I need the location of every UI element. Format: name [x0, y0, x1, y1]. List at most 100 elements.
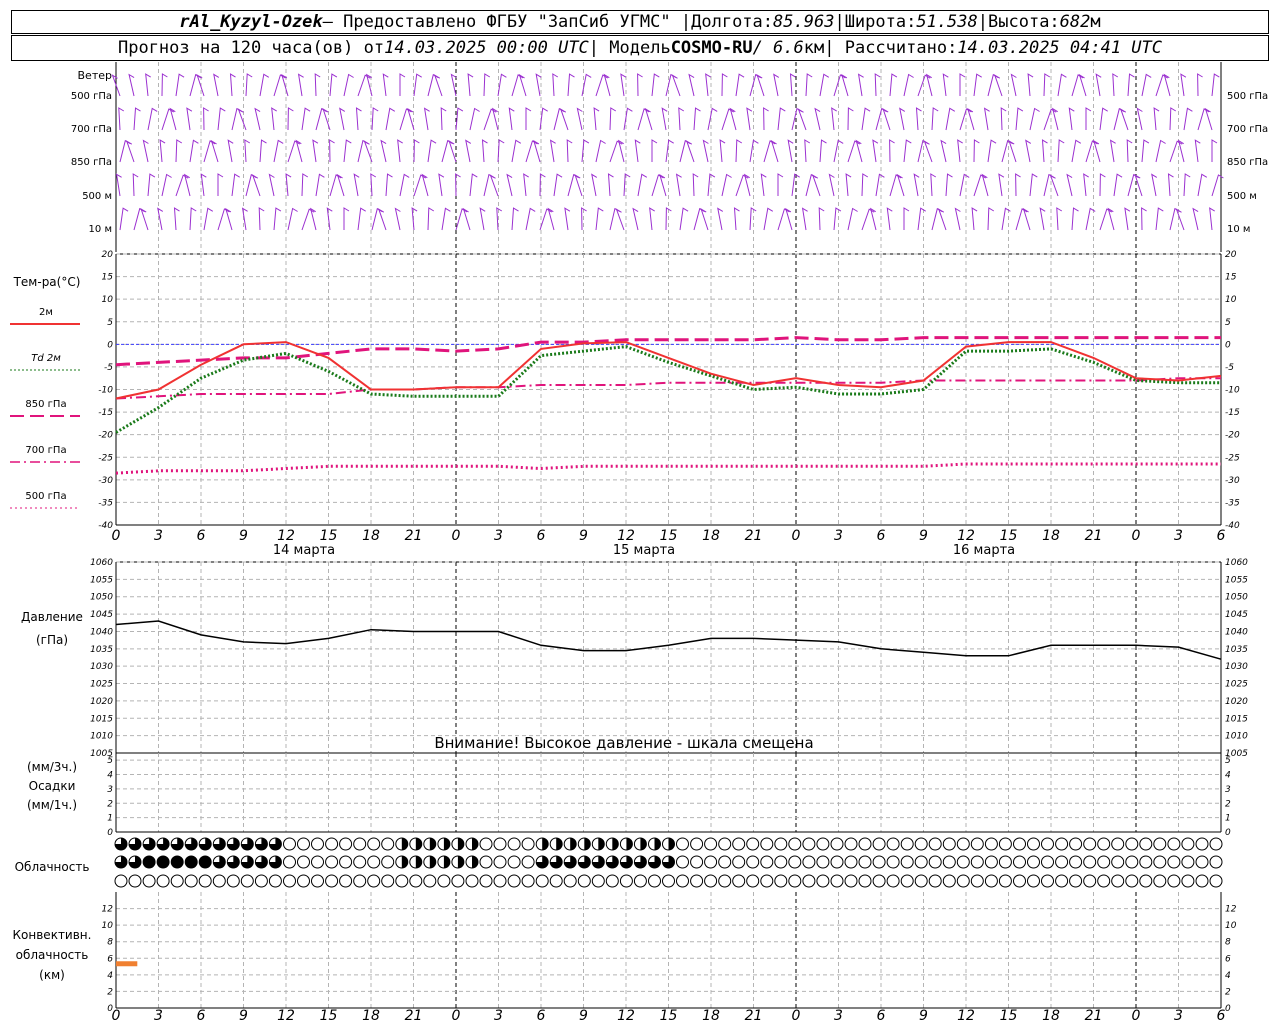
precip-unit-1h: (мм/1ч.)	[27, 798, 77, 812]
y-tick-label-left: -10	[98, 386, 113, 396]
cloud-circle	[1209, 855, 1223, 869]
wind-barb	[489, 174, 499, 197]
cloud-circle	[240, 874, 254, 888]
hour-label: 6	[197, 528, 206, 544]
y-tick-label-right: 1010	[1225, 732, 1248, 742]
cloud-fill	[640, 838, 647, 850]
hour-label: 6	[877, 1008, 886, 1024]
meteogram: Ветер 500 гПа 500 гПа 700 гПа 700 гПа 850 гПа…	[10, 62, 1268, 1024]
wind-barb	[1124, 207, 1131, 231]
wind-barb	[371, 107, 379, 131]
wind-barb	[159, 139, 166, 163]
y-tick-label-right: 1025	[1225, 680, 1248, 690]
wind-barb	[287, 107, 294, 131]
wind-barb	[119, 207, 129, 231]
wind-barb	[685, 140, 695, 163]
wind-barb	[940, 139, 947, 163]
cloud-circle	[774, 874, 788, 888]
cloud-fill	[668, 838, 675, 850]
wind-barb	[819, 139, 827, 163]
wind-barb	[175, 73, 185, 97]
y-tick-label-left: 1040	[90, 627, 113, 637]
wind-barb	[142, 139, 149, 163]
temp-legend-label: 500 гПа	[25, 491, 66, 502]
wind-barb	[371, 207, 383, 231]
cloud-circle	[984, 874, 998, 888]
cloud-fill	[612, 838, 619, 850]
cloud-fill	[429, 856, 436, 868]
temp-title: Тем-ра(°C)	[13, 275, 81, 289]
cloud-circle	[746, 874, 760, 888]
cloud-circle	[788, 837, 802, 851]
hour-label: 6	[197, 1008, 206, 1024]
wind-barb	[1025, 139, 1032, 163]
wind-barb	[427, 73, 439, 97]
cloud-circle	[184, 874, 198, 888]
cloud-circle	[676, 855, 689, 869]
wind-barb	[959, 173, 970, 197]
cloud-circle	[1167, 874, 1181, 888]
wind-barb	[1211, 174, 1224, 197]
wind-barb	[552, 73, 559, 97]
day-label: 15 марта	[613, 543, 675, 558]
wind-barb	[1099, 173, 1106, 197]
wind-barb	[217, 107, 226, 131]
wind-barb	[903, 139, 912, 163]
wind-barb	[258, 207, 265, 231]
cloud-fill	[157, 856, 170, 868]
wind-barb	[595, 74, 609, 97]
hour-label: 18	[362, 1008, 380, 1024]
cloud-circle	[633, 874, 647, 888]
wind-barb	[889, 73, 898, 97]
wind-barb	[1197, 173, 1208, 197]
wind-barb	[609, 207, 621, 231]
cloud-circle	[760, 874, 774, 888]
cloud-fill	[171, 856, 184, 868]
cloud-circle	[914, 837, 928, 851]
hour-label: 0	[1132, 1008, 1141, 1024]
wind-barb	[773, 73, 780, 97]
pressure-title: Давление	[21, 610, 83, 624]
wind-barb	[175, 139, 183, 163]
cloud-circle	[311, 874, 324, 888]
wind-barb	[679, 207, 689, 231]
y-tick-label-left: 15	[102, 273, 114, 283]
wind-barb	[559, 108, 569, 131]
cloud-circle	[353, 855, 367, 869]
cloud-circle	[479, 874, 493, 888]
wind-barb	[394, 207, 401, 231]
wind-barb	[805, 173, 817, 197]
wind-barb	[355, 107, 362, 131]
convective-bar	[116, 961, 138, 967]
cloud-circle	[1027, 837, 1040, 851]
day-label: 16 марта	[953, 543, 1015, 558]
y-tick-label-right: 4	[1225, 771, 1231, 781]
hour-label: 15	[320, 528, 338, 544]
cloud-fill	[472, 838, 478, 850]
y-tick-label-left: 1010	[90, 732, 113, 742]
wind-barb	[637, 173, 648, 197]
wind-barb	[467, 73, 474, 97]
temp-legend-label: 700 гПа	[25, 445, 66, 456]
cloud-fill	[626, 838, 633, 850]
hour-label: 6	[537, 528, 546, 544]
wind-barb	[245, 173, 257, 197]
wind-barb	[397, 139, 403, 163]
wind-barb	[315, 173, 325, 197]
hour-label: 0	[792, 528, 801, 544]
cloud-circle	[353, 874, 367, 888]
cloud-circle	[535, 874, 549, 888]
wind-barb	[377, 208, 387, 231]
y-tick-label-right: 12	[1225, 905, 1237, 915]
wind-barb	[525, 107, 532, 130]
wind-barb	[971, 207, 978, 231]
y-tick-label-left: 5	[107, 756, 113, 766]
wind-barb	[591, 173, 598, 197]
wind-barb	[301, 208, 315, 231]
hour-label: 9	[579, 528, 588, 544]
cloud-circle	[1209, 837, 1223, 851]
cloud-circle	[970, 837, 984, 851]
wind-barb	[763, 107, 769, 131]
y-tick-label-right: 1045	[1225, 610, 1248, 620]
wind-barb	[675, 173, 682, 197]
